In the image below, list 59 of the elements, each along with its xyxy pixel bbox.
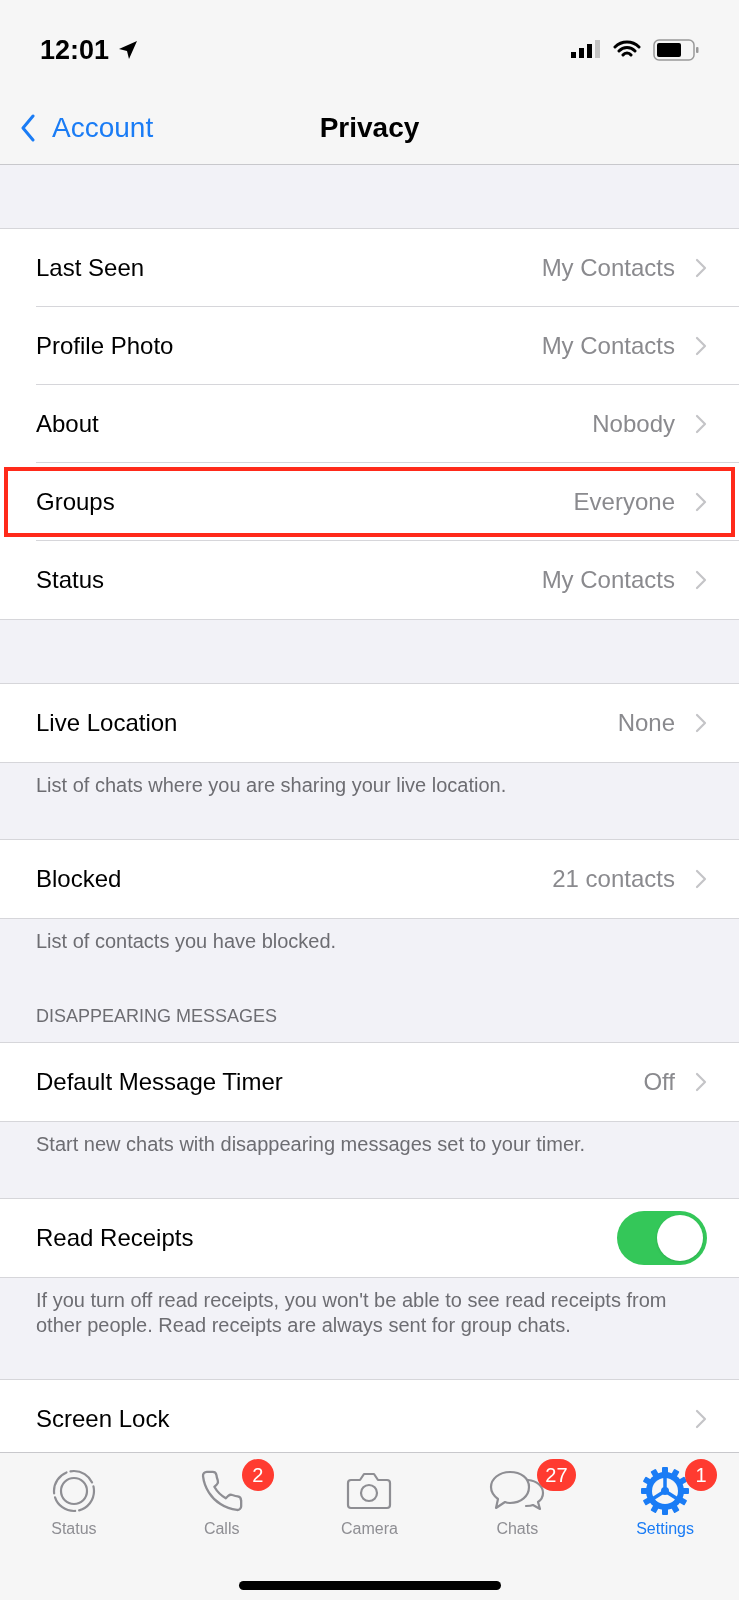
settings-row[interactable]: Last Seen My Contacts	[0, 229, 739, 307]
settings-row[interactable]: Blocked 21 contacts	[0, 839, 739, 918]
section-footnote: List of contacts you have blocked.	[36, 928, 338, 954]
row-label: Last Seen	[36, 252, 145, 283]
settings-row[interactable]: Live Location None	[0, 684, 739, 762]
notification-badge: 2	[241, 1459, 274, 1491]
row-value: None	[617, 708, 675, 738]
chevron-icon	[695, 713, 707, 733]
status-rings-icon	[50, 1468, 97, 1514]
row-value: My Contacts	[541, 330, 675, 361]
settings-row[interactable]: Default Message Timer Off	[0, 1043, 739, 1121]
chevron-icon	[695, 413, 707, 434]
section-header: DISAPPEARING MESSAGES	[36, 1005, 278, 1028]
back-button[interactable]: Account	[20, 107, 154, 149]
settings-row[interactable]: Groups Everyone	[0, 463, 739, 541]
notification-badge: 27	[537, 1459, 576, 1491]
row-label: Read Receipts	[36, 1222, 194, 1253]
status-time: 12:01	[40, 33, 110, 67]
row-label: Groups	[36, 486, 115, 517]
tab-bar-item[interactable]: Calls 2	[147, 1453, 296, 1553]
settings-row[interactable]: About Nobody	[0, 385, 739, 463]
row-value: 21 contacts	[552, 863, 675, 894]
settings-row[interactable]: Read Receipts	[0, 1198, 739, 1277]
row-value: Off	[643, 1067, 675, 1097]
row-value: My Contacts	[541, 252, 675, 283]
row-value: My Contacts	[541, 565, 675, 595]
battery-icon	[653, 39, 699, 61]
section-footnote: List of chats where you are sharing your live location.	[36, 773, 508, 798]
tab-bar-item[interactable]: Chats 27	[443, 1453, 592, 1553]
settings-row[interactable]: Profile Photo My Contacts	[0, 307, 739, 385]
page-title: Privacy	[319, 111, 420, 145]
toggle-switch[interactable]	[617, 1210, 707, 1265]
chevron-icon	[695, 257, 707, 278]
row-label: Status	[36, 565, 105, 595]
row-label: Live Location	[36, 708, 178, 738]
back-chevron-icon	[20, 114, 36, 142]
settings-row[interactable]: Screen Lock	[0, 1379, 739, 1452]
chevron-icon	[695, 570, 707, 590]
row-value: Everyone	[573, 486, 675, 517]
settings-row[interactable]: Status My Contacts	[0, 541, 739, 619]
chevron-icon	[695, 868, 707, 889]
camera-icon	[345, 1470, 394, 1512]
row-value: Nobody	[592, 408, 675, 439]
location-arrow-icon	[117, 39, 140, 61]
signal-icon	[571, 40, 601, 60]
chevron-icon	[695, 1408, 707, 1429]
section-footnote: If you turn off read receipts, you won't be able to see read receipts from other people. Read receipts are always sent for group chats.	[36, 1287, 668, 1338]
tab-bar-item[interactable]: Settings 1	[591, 1453, 739, 1553]
row-label: Default Message Timer	[36, 1067, 283, 1097]
row-label: Screen Lock	[36, 1403, 170, 1434]
section-footnote: Start new chats with disappearing messages set to your timer.	[36, 1132, 587, 1157]
gear-icon	[640, 1466, 691, 1516]
notification-badge: 1	[685, 1459, 718, 1491]
row-label: Blocked	[36, 863, 122, 894]
chevron-icon	[695, 491, 707, 512]
row-label: Profile Photo	[36, 330, 174, 361]
chevron-icon	[695, 335, 707, 356]
row-label: About	[36, 408, 99, 439]
chevron-icon	[695, 1072, 707, 1092]
